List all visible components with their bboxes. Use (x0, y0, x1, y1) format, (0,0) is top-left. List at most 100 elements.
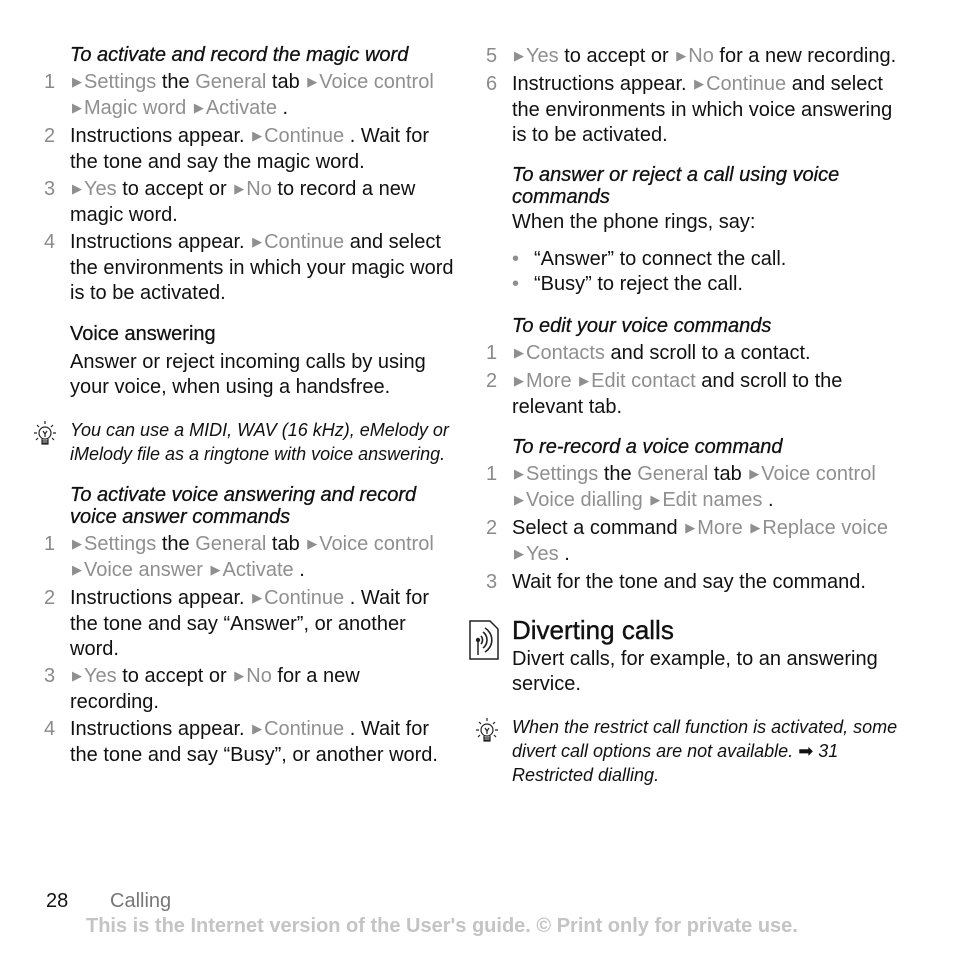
step-item: 1 ▶ Settings the General tab ▶ Voice contro… (486, 462, 906, 514)
step-number: 1 (486, 342, 498, 364)
step-number: 1 (44, 533, 56, 555)
magic-word-steps: 1 ▶ Settings the General tab ▶ Voice contro… (44, 70, 454, 306)
menu-item: No (246, 665, 272, 687)
tip-divert: When the restrict call function is activ… (476, 715, 906, 787)
copyright-notice: This is the Internet version of the User… (86, 915, 798, 937)
step-number: 2 (44, 125, 56, 147)
reference-arrow-icon: ➡ (798, 741, 814, 761)
step-item: 3 ▶ Yes to accept or ▶ No for a new recordi… (44, 664, 454, 715)
menu-item: Magic word (84, 97, 187, 119)
step-number: 1 (44, 71, 56, 93)
page-number: 28 (46, 890, 69, 912)
menu-arrow-icon: ▶ (694, 76, 705, 91)
tip-divert-text: When the restrict call function is activ… (512, 717, 898, 761)
step-number: 6 (486, 73, 498, 95)
step-item: 6 Instructions appear. ▶ Continue and sele… (486, 72, 906, 148)
answer-reject-bullets: • “Answer” to connect the call. • “Busy” t… (486, 247, 906, 297)
answer-reject-section: To answer or reject a call using voice c… (486, 164, 906, 235)
menu-arrow-icon: ▶ (749, 466, 760, 481)
step-item: 2 Select a command ▶ More ▶ Replace voice ▶… (486, 516, 906, 568)
menu-item: No (246, 178, 272, 200)
step-text: . (564, 543, 570, 565)
step-text: Instructions appear. (70, 125, 251, 147)
tip-ringtone-text: You can use a MIDI, WAV (16 kHz), eMelod… (70, 420, 449, 464)
step-text: Select a command (512, 517, 684, 539)
menu-arrow-icon: ▶ (650, 492, 661, 507)
menu-arrow-icon: ▶ (252, 234, 263, 249)
step-text: Instructions appear. (70, 718, 251, 740)
lightbulb-icon (34, 421, 56, 445)
menu-item: Voice control (319, 533, 434, 555)
menu-item: Continue (706, 73, 787, 95)
bullet-item: • “Busy” to reject the call. (512, 272, 906, 297)
reference-page[interactable]: 31 (818, 741, 838, 761)
menu-arrow-icon: ▶ (307, 536, 318, 551)
menu-arrow-icon: ▶ (193, 100, 204, 115)
bullet-icon: • (512, 248, 520, 270)
step-text: to accept or (122, 665, 233, 687)
menu-arrow-icon: ▶ (234, 668, 245, 683)
answer-reject-heading: To answer or reject a call using voice c… (512, 164, 840, 208)
voice-answering-section: Voice answering Answer or reject incomin… (44, 322, 454, 400)
menu-item: General (195, 71, 267, 93)
edit-commands-section: To edit your voice commands (486, 315, 906, 337)
menu-arrow-icon: ▶ (514, 373, 524, 388)
menu-arrow-icon: ▶ (676, 48, 687, 63)
menu-item: More (697, 517, 743, 539)
activate-voice-answering-steps: 1 ▶ Settings the General tab ▶ Voice contro… (44, 532, 454, 768)
continued-steps: 5 ▶ Yes to accept or ▶ No for a new recordi… (486, 44, 906, 148)
step-text: for a new recording. (719, 45, 897, 67)
menu-arrow-icon: ▶ (579, 373, 590, 388)
menu-item: Edit contact (591, 370, 696, 392)
step-text: Instructions appear. (70, 231, 251, 253)
activate-voice-answering-heading: To activate voice answering and record v… (70, 484, 417, 528)
menu-item: Settings (84, 533, 157, 555)
menu-arrow-icon: ▶ (252, 590, 263, 605)
menu-item: More (526, 370, 572, 392)
tip-ringtone: You can use a MIDI, WAV (16 kHz), eMelod… (34, 418, 454, 466)
menu-arrow-icon: ▶ (72, 100, 82, 115)
step-text: tab (708, 463, 748, 485)
activate-voice-answering-section: To activate voice answering and record v… (44, 484, 454, 528)
step-item: 1 ▶ Contacts and scroll to a contact. (486, 341, 906, 367)
step-number: 4 (44, 718, 56, 740)
menu-item: Settings (526, 463, 599, 485)
menu-arrow-icon: ▶ (234, 181, 245, 196)
step-item: 5 ▶ Yes to accept or ▶ No for a new recordi… (486, 44, 906, 70)
step-text: and scroll to a contact. (610, 342, 811, 364)
menu-arrow-icon: ▶ (72, 181, 82, 196)
edit-commands-steps: 1 ▶ Contacts and scroll to a contact. 2 ▶ Mor… (486, 341, 906, 420)
menu-arrow-icon: ▶ (252, 721, 263, 736)
magic-word-heading: To activate and record the magic word (70, 44, 409, 66)
voice-answering-description: Answer or reject incoming calls by using… (70, 351, 426, 398)
step-number: 2 (44, 587, 56, 609)
step-text: to accept or (122, 178, 233, 200)
footer-section-name: Calling (110, 890, 172, 912)
step-number: 4 (44, 231, 56, 253)
menu-arrow-icon: ▶ (252, 128, 263, 143)
menu-item: Yes (84, 178, 117, 200)
bullet-icon: • (512, 273, 520, 295)
reference-title[interactable]: Restricted dialling. (512, 765, 659, 785)
menu-arrow-icon: ▶ (750, 520, 761, 535)
menu-item: Replace voice (762, 517, 888, 539)
menu-item: Activate (222, 559, 294, 581)
menu-arrow-icon: ▶ (72, 74, 82, 89)
menu-item: Yes (526, 45, 559, 67)
left-column: To activate and record the magic word 1 ▶… (34, 44, 454, 770)
step-text: to accept or (564, 45, 675, 67)
answer-reject-intro: When the phone rings, say: (512, 211, 756, 233)
voice-answering-title: Voice answering (70, 323, 216, 345)
step-item: 4 Instructions appear. ▶ Continue . Wait f… (44, 717, 454, 768)
menu-item: Voice dialling (526, 489, 643, 511)
menu-arrow-icon: ▶ (514, 546, 524, 561)
step-text: tab (266, 533, 306, 555)
step-text: Instructions appear. (70, 587, 251, 609)
step-text: the (161, 533, 196, 555)
menu-arrow-icon: ▶ (514, 466, 524, 481)
menu-item: Yes (526, 543, 559, 565)
menu-item: Continue (264, 231, 345, 253)
step-number: 3 (486, 571, 498, 593)
step-text: . (767, 489, 774, 511)
step-text: tab (266, 71, 306, 93)
